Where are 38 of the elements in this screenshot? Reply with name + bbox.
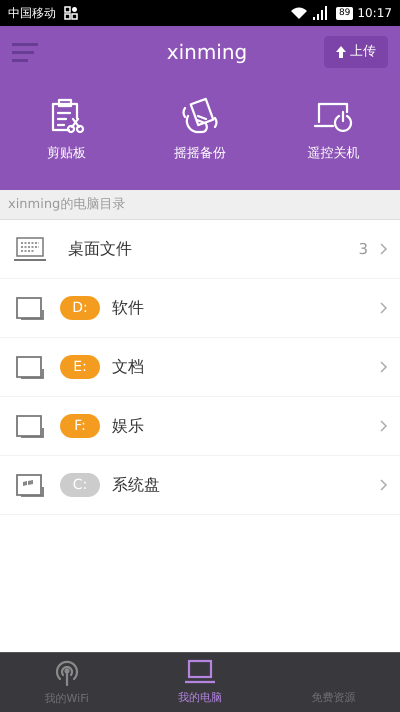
- upload-arrow-icon: [336, 46, 346, 58]
- grid-icon: [64, 6, 78, 20]
- chevron-right-icon: [380, 302, 388, 314]
- chevron-right-icon: [380, 420, 388, 432]
- row-label: 系统盘: [112, 474, 160, 496]
- file-count: 3: [358, 238, 368, 260]
- action-button[interactable]: 摇摇备份: [133, 96, 267, 164]
- chevron-right-icon: [380, 243, 388, 255]
- drive-letter-tag: E:: [60, 355, 100, 379]
- row-label: 娱乐: [112, 415, 144, 437]
- directory-row[interactable]: D: 软件: [0, 279, 400, 338]
- carrier-text: 中国移动: [8, 5, 56, 22]
- time-text: 10:17: [357, 5, 392, 22]
- directory-row[interactable]: 桌面文件 3: [0, 220, 400, 279]
- tab[interactable]: 我的电脑: [133, 653, 267, 712]
- directory-row[interactable]: E: 文档: [0, 338, 400, 397]
- section-header: xinming的电脑目录: [0, 190, 400, 220]
- windows-drive-icon: [15, 473, 45, 497]
- battery-indicator: 89: [336, 6, 354, 20]
- drive-letter-tag: F:: [60, 414, 100, 438]
- menu-button[interactable]: [12, 42, 40, 62]
- row-label: 软件: [112, 297, 144, 319]
- chevron-right-icon: [380, 479, 388, 491]
- drive-letter-tag: D:: [60, 296, 100, 320]
- drive-icon: [15, 414, 45, 438]
- action-button[interactable]: 遥控关机: [266, 96, 400, 164]
- row-label: 桌面文件: [68, 238, 132, 260]
- drive-icon: [15, 296, 45, 320]
- drive-icon: [15, 355, 45, 379]
- wifi-icon: [290, 6, 308, 20]
- directory-row[interactable]: F: 娱乐: [0, 397, 400, 456]
- app-title: xinming: [166, 39, 248, 66]
- signal-bars-icon: [312, 6, 328, 20]
- action-button[interactable]: 剪贴板: [0, 96, 134, 164]
- chevron-right-icon: [380, 361, 388, 373]
- row-label: 文档: [112, 356, 144, 378]
- keyboard-laptop-icon: [13, 236, 47, 262]
- upload-button[interactable]: 上传: [324, 36, 388, 68]
